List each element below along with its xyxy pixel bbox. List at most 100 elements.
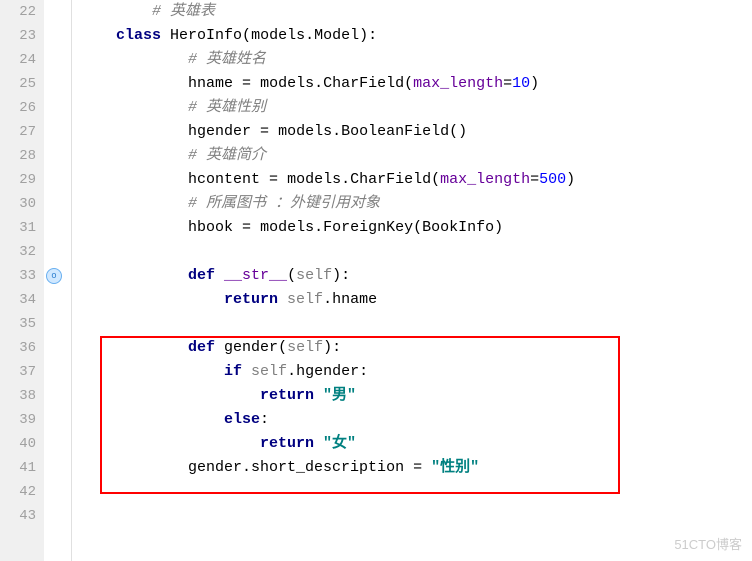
code-line[interactable]: hgender = models.BooleanField() (80, 120, 752, 144)
code-line[interactable]: return "男" (80, 384, 752, 408)
code-token: : (260, 411, 269, 428)
line-number: 37 (0, 360, 36, 384)
code-token: # 英雄表 (152, 3, 215, 20)
code-token: return (224, 291, 287, 308)
line-number: 34 (0, 288, 36, 312)
code-token: def (188, 339, 224, 356)
code-token: gender.short_description = (188, 459, 431, 476)
code-line[interactable] (80, 504, 752, 528)
code-token: .hname (323, 291, 377, 308)
code-token: # 所属图书 ：外键引用对象 (188, 195, 380, 212)
code-token: hgender (188, 123, 260, 140)
code-token: = (503, 75, 512, 92)
code-token: = (260, 123, 278, 140)
code-token (80, 171, 188, 188)
code-token: models.CharField( (287, 171, 440, 188)
code-token: .hgender: (287, 363, 368, 380)
code-token: return (260, 435, 323, 452)
code-token: ): (332, 267, 350, 284)
code-line[interactable]: # 所属图书 ：外键引用对象 (80, 192, 752, 216)
line-number: 31 (0, 216, 36, 240)
code-line[interactable]: def __str__(self): (80, 264, 752, 288)
code-token: self (287, 339, 323, 356)
code-token: 500 (539, 171, 566, 188)
code-token: 10 (512, 75, 530, 92)
watermark: 51CTO博客 (674, 534, 742, 553)
code-token: . (305, 27, 314, 44)
line-number: 41 (0, 456, 36, 480)
code-line[interactable]: hbook = models.ForeignKey(BookInfo) (80, 216, 752, 240)
code-token: hcontent (188, 171, 269, 188)
code-token: max_length (413, 75, 503, 92)
line-number: 42 (0, 480, 36, 504)
code-token (80, 3, 152, 20)
code-line[interactable]: gender.short_description = "性别" (80, 456, 752, 480)
code-token: # 英雄性别 (188, 99, 266, 116)
code-line[interactable] (80, 312, 752, 336)
code-token: ) (530, 75, 539, 92)
code-token: hbook (188, 219, 242, 236)
line-number: 22 (0, 0, 36, 24)
code-token: ( (242, 27, 251, 44)
code-token (80, 75, 188, 92)
code-token: = (530, 171, 539, 188)
code-token: = (269, 171, 287, 188)
code-token: ): (323, 339, 341, 356)
code-token: ( (287, 267, 296, 284)
code-token (80, 99, 188, 116)
code-token: models.BooleanField() (278, 123, 467, 140)
code-token (80, 459, 188, 476)
code-line[interactable]: return "女" (80, 432, 752, 456)
code-token: HeroInfo (170, 27, 242, 44)
code-token (80, 267, 188, 284)
code-token: class (116, 27, 170, 44)
code-token (80, 387, 260, 404)
code-token: # 英雄简介 (188, 147, 266, 164)
code-area[interactable]: # 英雄表 class HeroInfo(models.Model): # 英雄… (72, 0, 752, 561)
code-line[interactable]: class HeroInfo(models.Model): (80, 24, 752, 48)
code-token: self (296, 267, 332, 284)
code-line[interactable]: return self.hname (80, 288, 752, 312)
line-number: 38 (0, 384, 36, 408)
code-token: models.ForeignKey(BookInfo) (260, 219, 503, 236)
code-token: Model (314, 27, 359, 44)
code-token (80, 339, 188, 356)
code-line[interactable]: hname = models.CharField(max_length=10) (80, 72, 752, 96)
line-number: 39 (0, 408, 36, 432)
code-token (80, 435, 260, 452)
line-number: 36 (0, 336, 36, 360)
code-line[interactable] (80, 480, 752, 504)
code-line[interactable]: else: (80, 408, 752, 432)
code-line[interactable]: if self.hgender: (80, 360, 752, 384)
fold-column: o (44, 0, 72, 561)
line-number: 29 (0, 168, 36, 192)
code-token: models.CharField( (260, 75, 413, 92)
code-line[interactable]: # 英雄姓名 (80, 48, 752, 72)
code-line[interactable]: # 英雄性别 (80, 96, 752, 120)
code-token: __str__ (224, 267, 287, 284)
code-line[interactable] (80, 240, 752, 264)
code-token (80, 411, 224, 428)
code-token (80, 219, 188, 236)
code-token (80, 123, 188, 140)
code-line[interactable]: def gender(self): (80, 336, 752, 360)
line-number: 25 (0, 72, 36, 96)
line-number: 26 (0, 96, 36, 120)
code-token: ( (278, 339, 287, 356)
code-token (80, 195, 188, 212)
code-editor[interactable]: 2223242526272829303132333435363738394041… (0, 0, 752, 561)
code-token: def (188, 267, 224, 284)
code-token: = (242, 75, 260, 92)
code-token: "女" (323, 435, 356, 452)
code-token (80, 147, 188, 164)
line-number: 28 (0, 144, 36, 168)
code-line[interactable]: # 英雄表 (80, 0, 752, 24)
code-token (80, 363, 224, 380)
code-token (80, 27, 116, 44)
line-number: 32 (0, 240, 36, 264)
code-token: self (287, 291, 323, 308)
code-line[interactable]: # 英雄简介 (80, 144, 752, 168)
override-gutter-icon[interactable]: o (46, 268, 62, 284)
code-line[interactable]: hcontent = models.CharField(max_length=5… (80, 168, 752, 192)
code-token: ) (566, 171, 575, 188)
